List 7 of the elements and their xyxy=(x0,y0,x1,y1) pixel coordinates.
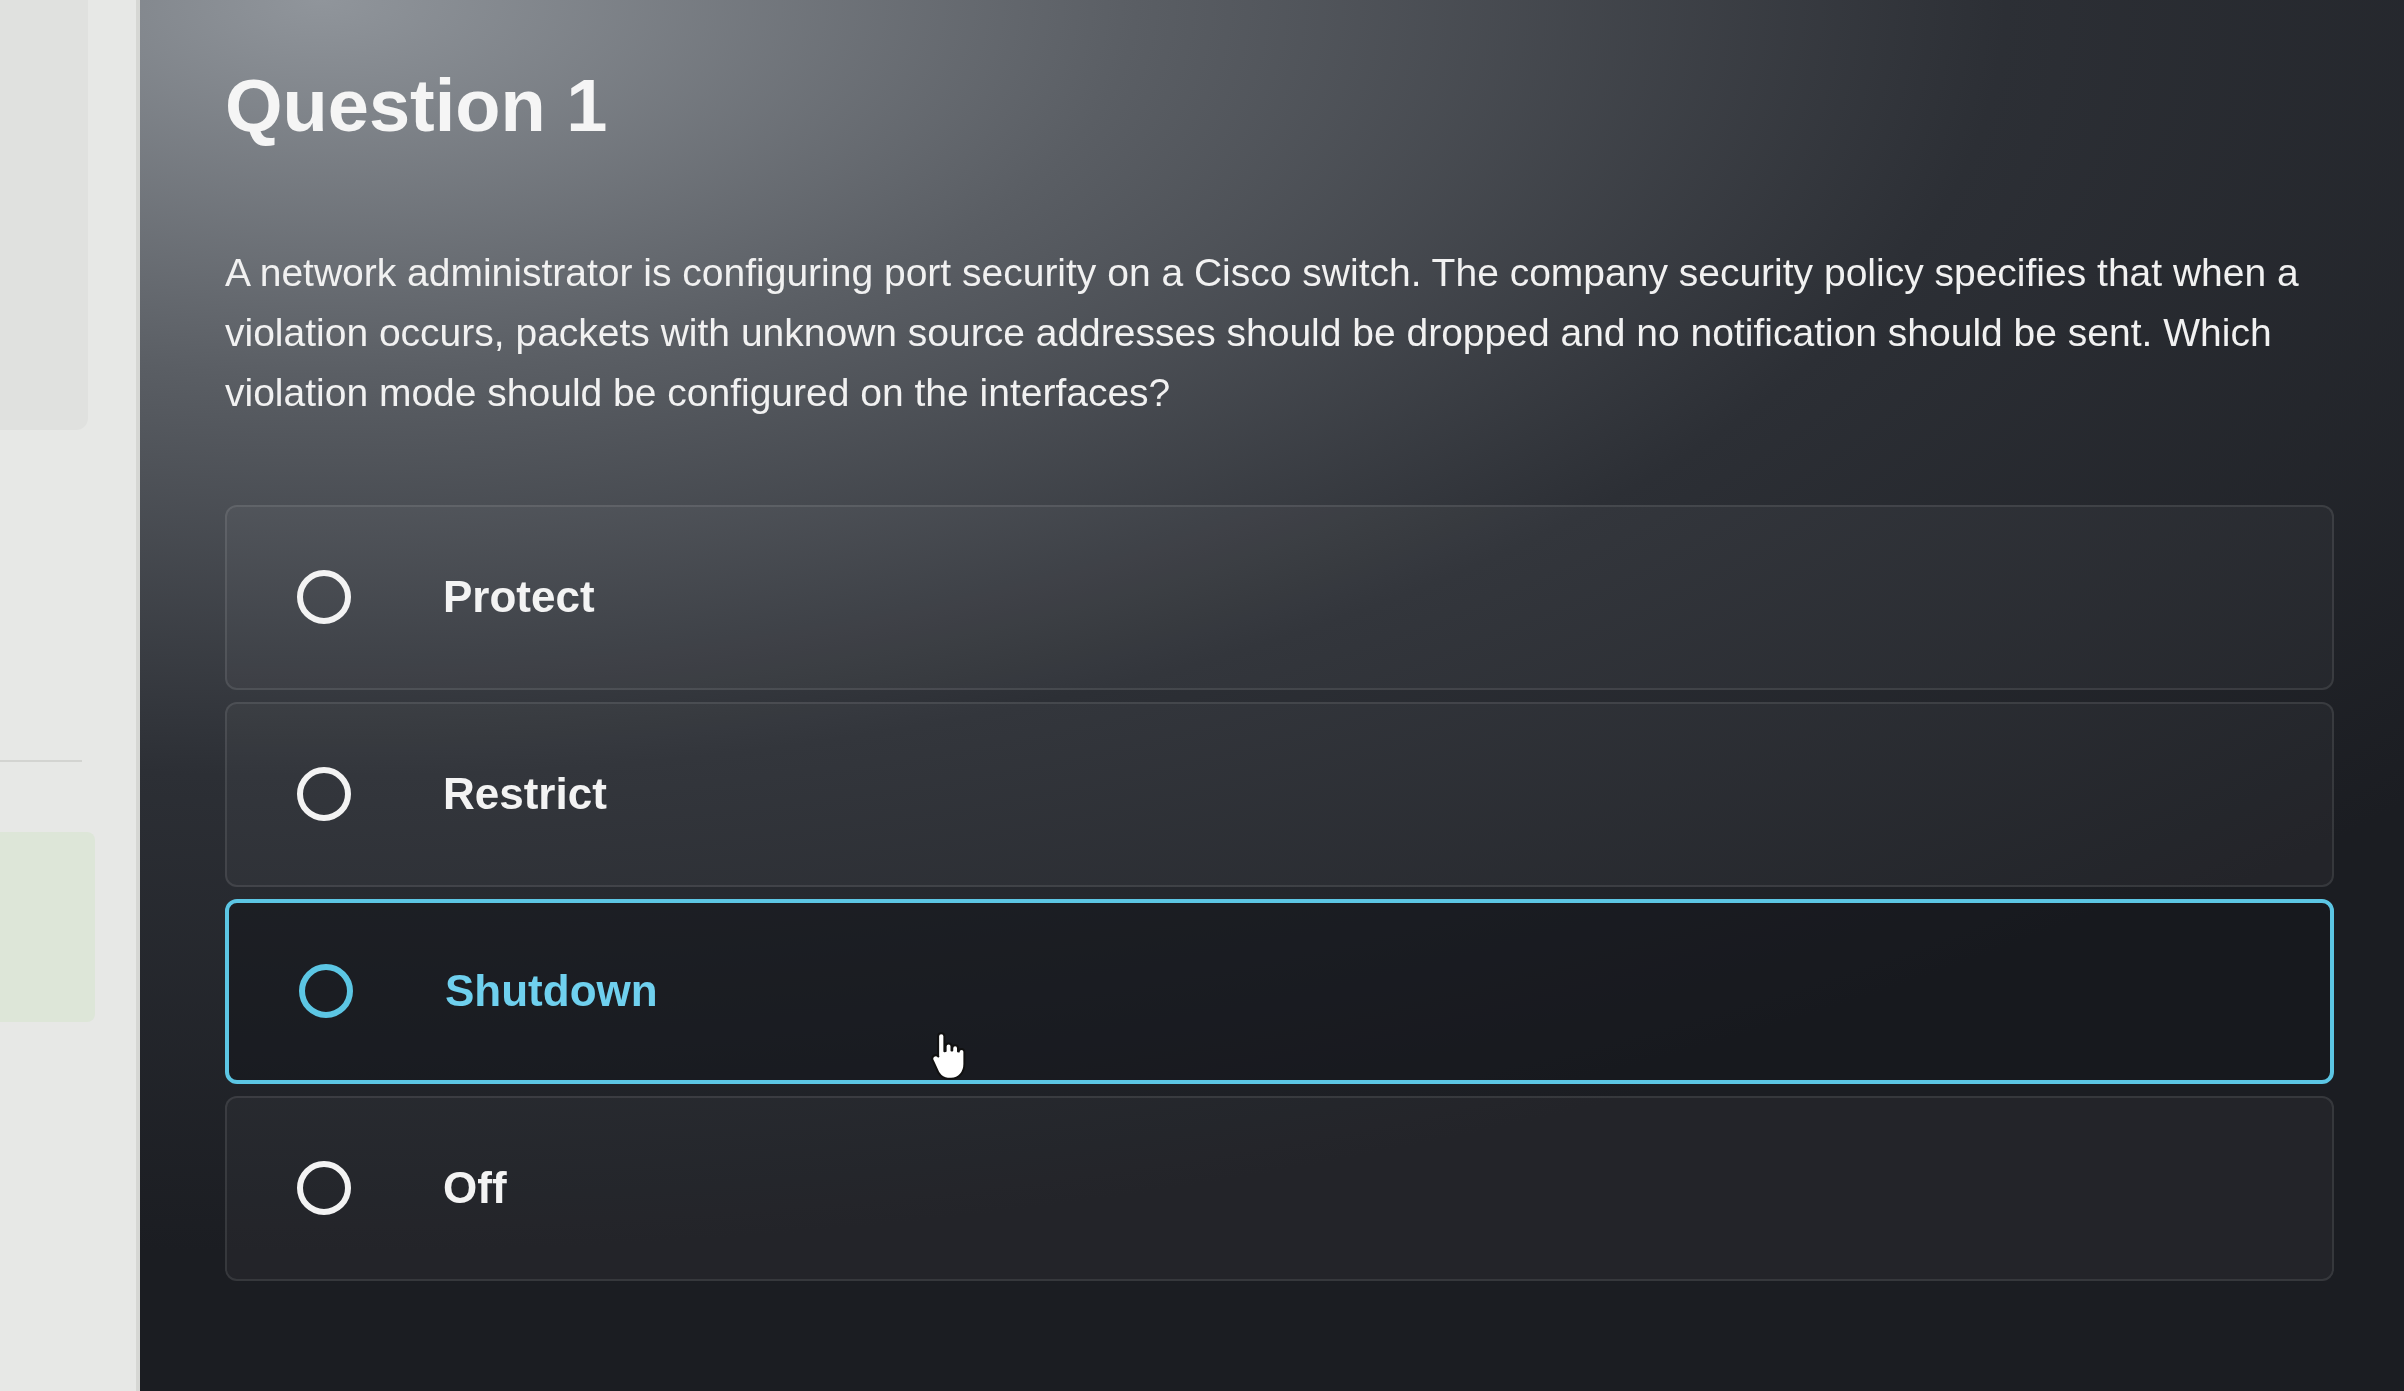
answer-option[interactable]: Restrict xyxy=(225,701,2334,887)
radio-button[interactable] xyxy=(299,964,353,1019)
answer-option[interactable]: Shutdown xyxy=(225,898,2334,1084)
answer-option[interactable]: Off xyxy=(225,1095,2334,1281)
answer-option[interactable]: Protect xyxy=(225,504,2334,690)
question-text: A network administrator is configuring port security on a Cisco switch. The company security policy specifies that when a violation occurs, packets with unknown source addresses should be dropped and no notification should be sent. Which violation mode should be configured on the interfaces? xyxy=(225,249,2300,416)
question-title: Question 1 xyxy=(225,63,608,149)
